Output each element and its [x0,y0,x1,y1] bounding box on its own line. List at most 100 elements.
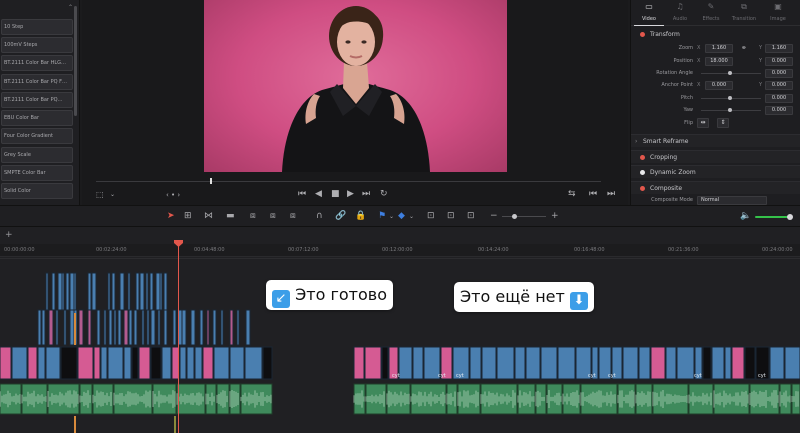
slider-knob[interactable] [728,108,732,112]
video-clip[interactable] [769,346,785,380]
zoom-y-field[interactable]: 1.160 [765,44,793,53]
position-y-field[interactable]: 0.000 [765,57,793,66]
video-clip[interactable] [638,346,651,380]
slider-knob[interactable] [512,214,517,219]
flag-icon[interactable]: ⚑ [378,211,386,222]
video-clip[interactable] [540,346,558,380]
audio-clip[interactable] [229,383,241,415]
video-clip[interactable] [119,272,125,311]
audio-clip[interactable] [517,383,536,415]
video-clip[interactable] [55,309,59,346]
audio-clip[interactable] [446,383,458,415]
generator-item[interactable]: Four Color Gradient [1,128,73,144]
video-clip[interactable] [245,309,251,346]
video-clip[interactable] [229,346,245,380]
video-clip[interactable] [622,346,639,380]
video-clip[interactable] [123,309,129,346]
generator-item[interactable]: BT.2111 Color Bar PQ… [1,92,73,108]
composite-mode-select[interactable]: Normal [697,196,767,205]
video-clip[interactable] [172,309,177,346]
video-clip[interactable] [117,309,122,346]
video-clip[interactable] [353,346,365,380]
audio-clip[interactable] [535,383,547,415]
video-clip[interactable] [784,346,800,380]
anchor-x-field[interactable]: 0.000 [705,81,733,90]
loop-icon[interactable]: ↻ [380,189,388,199]
generator-item[interactable]: BT.2111 Color Bar PQ F… [1,74,73,90]
custom-zoom-icon[interactable]: ⊡ [467,211,475,222]
video-clip[interactable] [711,346,725,380]
video-clip[interactable] [27,346,38,380]
audio-clip[interactable] [779,383,792,415]
audio-clip[interactable] [617,383,636,415]
video-clip[interactable] [181,309,187,346]
video-clip[interactable] [69,272,75,311]
video-clip[interactable] [514,346,526,380]
zoom-out-icon[interactable]: − [490,211,498,222]
video-clip[interactable] [220,309,224,346]
video-clip[interactable] [236,309,240,346]
video-clip[interactable] [157,309,161,346]
video-clip[interactable] [133,309,138,346]
video-clip[interactable] [244,346,263,380]
volume-slider[interactable] [755,214,793,220]
dynamic-trim-icon[interactable]: ⋈ [204,211,213,222]
video-clip[interactable] [481,346,497,380]
slider-knob[interactable] [728,96,732,100]
video-clip[interactable] [206,309,210,346]
audio-clip[interactable] [152,383,177,415]
video-clip[interactable] [78,309,84,346]
video-clip[interactable] [744,346,756,380]
video-clip[interactable] [155,272,161,311]
video-clip[interactable] [213,346,230,380]
video-clip[interactable] [11,346,28,380]
timeline-playhead[interactable] [178,240,179,433]
insert-clip-icon[interactable]: ⧈ [250,211,256,222]
rotation-field[interactable]: 0.000 [765,69,793,78]
video-clip[interactable] [0,346,12,380]
chevron-down-icon[interactable]: ⌄ [409,211,414,222]
zoom-x-field[interactable]: 1.160 [705,44,733,53]
video-clip[interactable] [45,346,61,380]
zoom-in-icon[interactable]: + [551,211,559,222]
position-lock-icon[interactable]: 🔒 [355,211,366,222]
video-clip[interactable] [724,346,732,380]
video-clip[interactable] [702,346,712,380]
previous-edit-icon[interactable]: ⏮ [589,189,597,199]
full-extent-zoom-icon[interactable]: ⊡ [427,211,435,222]
smart-reframe-section-header[interactable]: › Smart Reframe [631,134,800,147]
yaw-slider[interactable] [701,108,761,112]
video-clip[interactable] [107,346,124,380]
replace-clip-icon[interactable]: ⧈ [290,211,296,222]
video-clip[interactable] [57,272,63,311]
video-clip[interactable] [91,272,97,311]
video-clip[interactable] [676,346,695,380]
flip-vertical-icon[interactable]: ⇕ [717,118,729,128]
tab-video[interactable]: ▭ Video [634,0,664,26]
video-clip[interactable] [146,309,150,346]
generator-item[interactable]: Solid Color [1,183,73,199]
yaw-field[interactable]: 0.000 [765,106,793,115]
pitch-slider[interactable] [701,96,761,100]
video-clip[interactable] [69,309,75,346]
video-clip[interactable] [381,346,389,380]
chevron-down-icon[interactable]: ⌄ [389,211,394,222]
video-clip[interactable] [63,309,67,346]
video-clip[interactable] [37,346,46,380]
video-clip[interactable] [135,272,140,311]
video-clip[interactable] [186,346,195,380]
video-clip[interactable] [159,272,163,311]
dynamic-zoom-section-header[interactable]: Dynamic Zoom [631,165,800,178]
video-clip[interactable] [202,346,214,380]
linked-selection-icon[interactable]: 🔗 [335,211,346,222]
overwrite-clip-icon[interactable]: ⧈ [270,211,276,222]
enable-dot-icon[interactable] [640,186,645,191]
video-clip[interactable] [229,309,234,346]
audio-clip[interactable] [353,383,366,415]
generator-item[interactable]: BT.2111 Color Bar HLG… [1,55,73,71]
video-clip[interactable] [731,346,745,380]
audio-clip[interactable] [174,416,176,433]
anchor-y-field[interactable]: 0.000 [765,81,793,90]
video-clip[interactable] [149,272,154,311]
video-clip[interactable] [103,309,107,346]
